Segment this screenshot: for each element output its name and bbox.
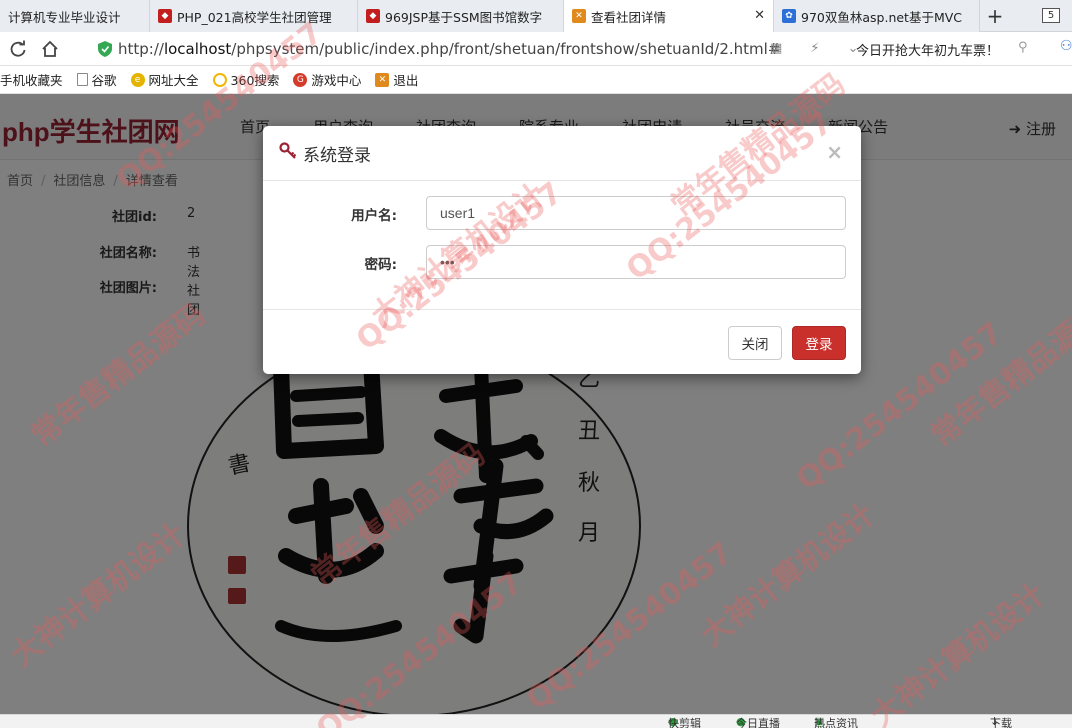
username-label: 用户名: <box>351 208 397 224</box>
bookmarks-bar: 手机收藏夹 谷歌 e 网址大全 360搜索 G 游戏中心 ✕ 退出 <box>0 66 1072 94</box>
close-button[interactable]: 关闭 <box>728 326 782 360</box>
favicon-icon: ◆ <box>366 9 380 23</box>
url-text: http://localhost/phpsystem/public/index.… <box>118 40 781 58</box>
browser-status-bar: ● 快剪辑 ● 今日直播 ▣ 热点资讯 ↓ 下载 <box>0 714 1072 728</box>
password-label: 密码: <box>364 257 397 273</box>
tab-title: 查看社团详情 <box>591 9 667 25</box>
reload-icon[interactable] <box>4 35 32 63</box>
favicon-icon: ◆ <box>158 9 172 23</box>
password-row: 密码: <box>263 245 861 279</box>
username-row: 用户名: <box>263 196 861 230</box>
search-360-icon <box>212 72 227 87</box>
bookmark-item[interactable]: 谷歌 <box>76 70 117 89</box>
tab-title: PHP_021高校学生社团管理 <box>177 9 332 25</box>
page-icon <box>76 73 88 86</box>
promo-link[interactable]: 今日开抢大年初九车票！ <box>856 40 999 59</box>
bookmark-item[interactable]: 360搜索 <box>212 70 279 89</box>
ie-icon: e <box>130 72 145 87</box>
bookmark-item[interactable]: 手机收藏夹 <box>0 70 63 89</box>
favicon-icon: ✿ <box>782 9 796 23</box>
modal-title: 系统登录 <box>279 141 371 166</box>
key-icon <box>279 142 297 165</box>
tab-title: 970双鱼林asp.net基于MVC <box>801 9 963 25</box>
browser-tab[interactable]: 计算机专业毕业设计 <box>0 0 150 32</box>
new-tab-button[interactable]: + <box>980 0 1010 31</box>
address-bar: http://localhost/phpsystem/public/index.… <box>0 32 1072 66</box>
browser-tab-bar: 计算机专业毕业设计 ◆ PHP_021高校学生社团管理 ◆ 969JSP基于SS… <box>0 0 1072 32</box>
password-input[interactable] <box>426 245 846 279</box>
close-icon[interactable]: × <box>826 140 843 164</box>
favicon-icon: ✕ <box>572 9 586 23</box>
url-field[interactable]: http://localhost/phpsystem/public/index.… <box>98 36 838 62</box>
login-button[interactable]: 登录 <box>792 326 846 360</box>
browser-tab[interactable]: ◆ PHP_021高校学生社团管理 <box>150 0 358 32</box>
browser-tab-active[interactable]: ✕ 查看社团详情 ✕ <box>564 0 774 32</box>
search-icon[interactable]: ⚲ <box>1018 40 1028 55</box>
username-input[interactable] <box>426 196 846 230</box>
tab-title: 计算机专业毕业设计 <box>8 9 121 25</box>
web-page: php学生社团网 首页 用户查询 社团查询 院系专业 社团申请 社员交流 新闻公… <box>0 94 1072 714</box>
browser-tab[interactable]: ✿ 970双鱼林asp.net基于MVC <box>774 0 980 32</box>
modal-title-text: 系统登录 <box>303 146 371 166</box>
modal-footer: 关闭 登录 <box>263 309 861 374</box>
bookmark-item[interactable]: G 游戏中心 <box>293 70 361 89</box>
tab-title: 969JSP基于SSM图书馆数字 <box>385 9 543 25</box>
secure-shield-icon <box>98 41 112 57</box>
user-icon[interactable]: ⚇ <box>1060 38 1072 54</box>
home-icon[interactable] <box>36 35 64 63</box>
exit-icon: ✕ <box>375 72 390 87</box>
modal-header: 系统登录 × <box>263 126 861 181</box>
close-tab-icon[interactable]: ✕ <box>754 8 765 23</box>
bookmark-item[interactable]: e 网址大全 <box>130 70 199 89</box>
tab-count-badge[interactable]: 5 <box>1042 8 1060 23</box>
game-center-icon: G <box>293 72 308 87</box>
bookmark-item[interactable]: ✕ 退出 <box>375 70 418 89</box>
login-modal: 系统登录 × 用户名: 密码: 关闭 登录 <box>263 126 861 374</box>
browser-tab[interactable]: ◆ 969JSP基于SSM图书馆数字 <box>358 0 564 32</box>
